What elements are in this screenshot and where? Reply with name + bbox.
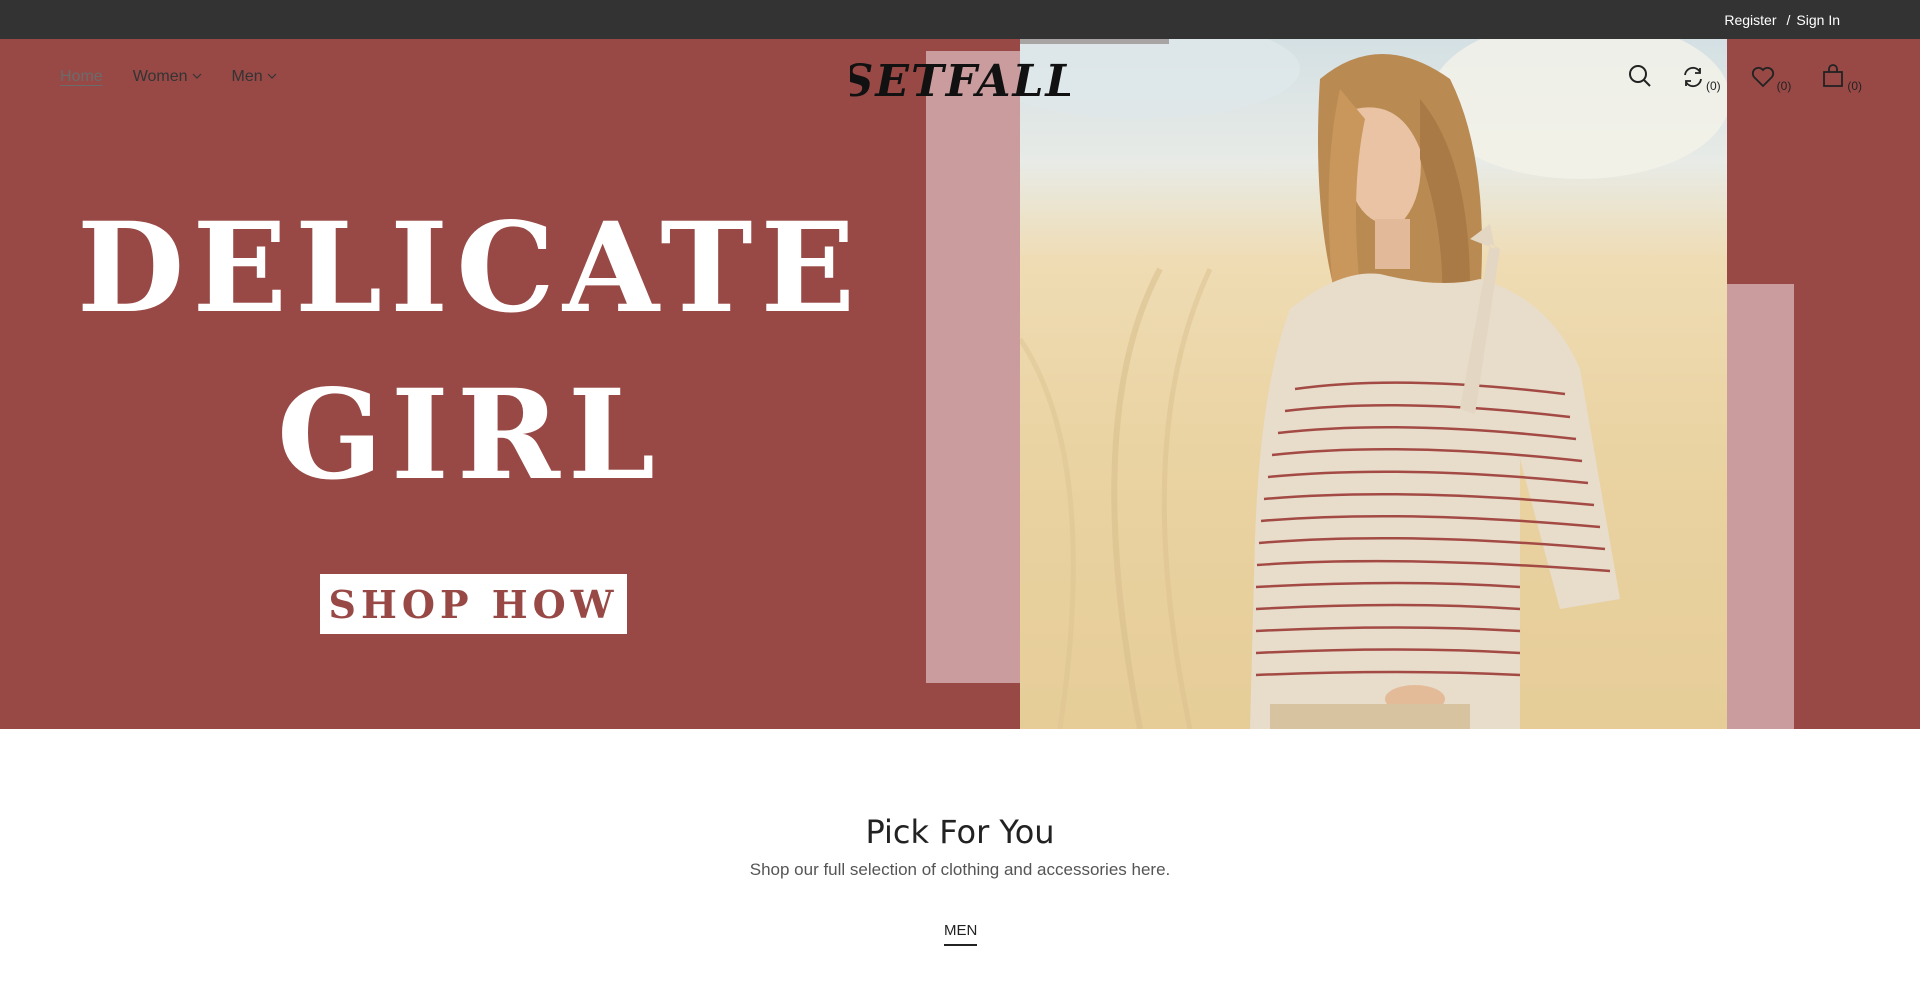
register-link[interactable]: Register [1724,12,1776,28]
nav-women-label: Women [132,68,188,85]
hero-model-photo [1020,39,1727,729]
nav-home-label: Home [60,68,103,85]
bag-icon [1821,64,1845,93]
header-icons: (0) (0) (0) [1628,64,1862,93]
chevron-down-icon [192,72,202,83]
model-illustration [1020,39,1727,729]
wishlist-count: (0) [1776,79,1792,93]
sign-in-link[interactable]: Sign In [1796,12,1840,28]
decor-block-right [1727,284,1794,729]
tab-men[interactable]: MEN [944,922,978,946]
compare-icon [1682,66,1704,93]
account-separator: / [1786,11,1791,28]
compare-count: (0) [1705,79,1721,93]
search-button[interactable] [1628,64,1652,93]
hero-headline-line1: DELICATE [76,196,864,341]
heart-icon [1751,66,1775,93]
logo-mark: SETFALL [842,56,1077,107]
search-icon [1628,64,1652,93]
compare-button[interactable]: (0) [1682,66,1721,93]
shop-now-button[interactable]: SHOP HOW [320,574,627,634]
nav-men[interactable]: Men [232,68,277,86]
wishlist-button[interactable]: (0) [1751,66,1792,93]
account-links: Register / Sign In [1724,0,1840,39]
chevron-down-icon [267,72,277,83]
decor-block-left [926,51,1021,683]
cart-count: (0) [1847,79,1862,93]
top-bar: Register / Sign In [0,0,1920,39]
section-title: Pick For You [865,813,1055,851]
hero-headline-line2: GIRL [276,363,664,508]
main-nav: Home Women Men [60,68,277,86]
photo-top-edge [1020,39,1169,44]
nav-women[interactable]: Women [133,68,202,86]
site-logo[interactable]: SETFALL [842,56,1077,107]
hero-banner: DELICATE GIRL SHOP HOW [0,39,1920,729]
cart-button[interactable]: (0) [1821,64,1862,93]
nav-men-label: Men [231,68,263,85]
nav-home[interactable]: Home [60,68,103,86]
svg-text:SETFALL: SETFALL [850,56,1070,106]
section-subtitle: Shop our full selection of clothing and … [749,860,1171,879]
